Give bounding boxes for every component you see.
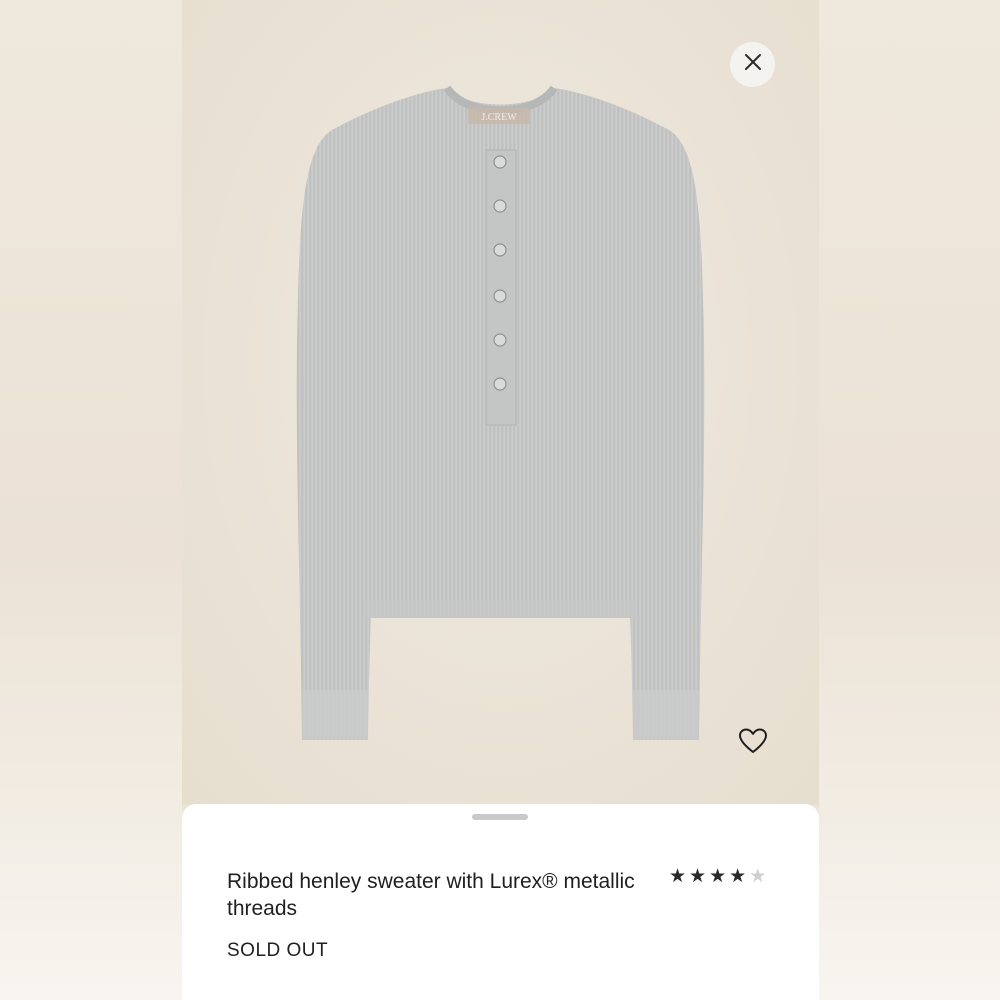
product-title: Ribbed henley sweater with Lurex® metall… bbox=[227, 870, 635, 920]
star-4: ★ bbox=[729, 866, 747, 887]
hem bbox=[364, 600, 637, 618]
right-blur-backdrop bbox=[819, 0, 1000, 1000]
product-info-sheet[interactable]: Ribbed henley sweater with Lurex® metall… bbox=[182, 804, 819, 1000]
left-cuff bbox=[302, 690, 368, 740]
star-1: ★ bbox=[669, 866, 687, 887]
heart-icon bbox=[738, 727, 768, 760]
star-3: ★ bbox=[709, 866, 727, 887]
rating-stars[interactable]: ★ ★ ★ ★ ★ bbox=[669, 866, 766, 888]
brand-tag-text: J.CREW bbox=[481, 112, 517, 123]
favorite-button[interactable] bbox=[736, 727, 770, 759]
star-2: ★ bbox=[689, 866, 707, 887]
close-icon bbox=[744, 53, 762, 76]
sweater-illustration: J.CREW bbox=[296, 85, 705, 740]
product-image[interactable]: J.CREW bbox=[182, 0, 819, 805]
sheet-grabber[interactable] bbox=[472, 814, 528, 820]
right-cuff bbox=[633, 690, 699, 740]
product-viewer: J.CREW Ribbed henley sweater with Lurex®… bbox=[182, 0, 819, 1000]
stock-status: SOLD OUT bbox=[227, 940, 329, 961]
screen: J.CREW Ribbed henley sweater with Lurex®… bbox=[0, 0, 1000, 1000]
close-button[interactable] bbox=[730, 42, 775, 87]
star-5: ★ bbox=[749, 866, 767, 887]
left-blur-backdrop bbox=[0, 0, 182, 1000]
